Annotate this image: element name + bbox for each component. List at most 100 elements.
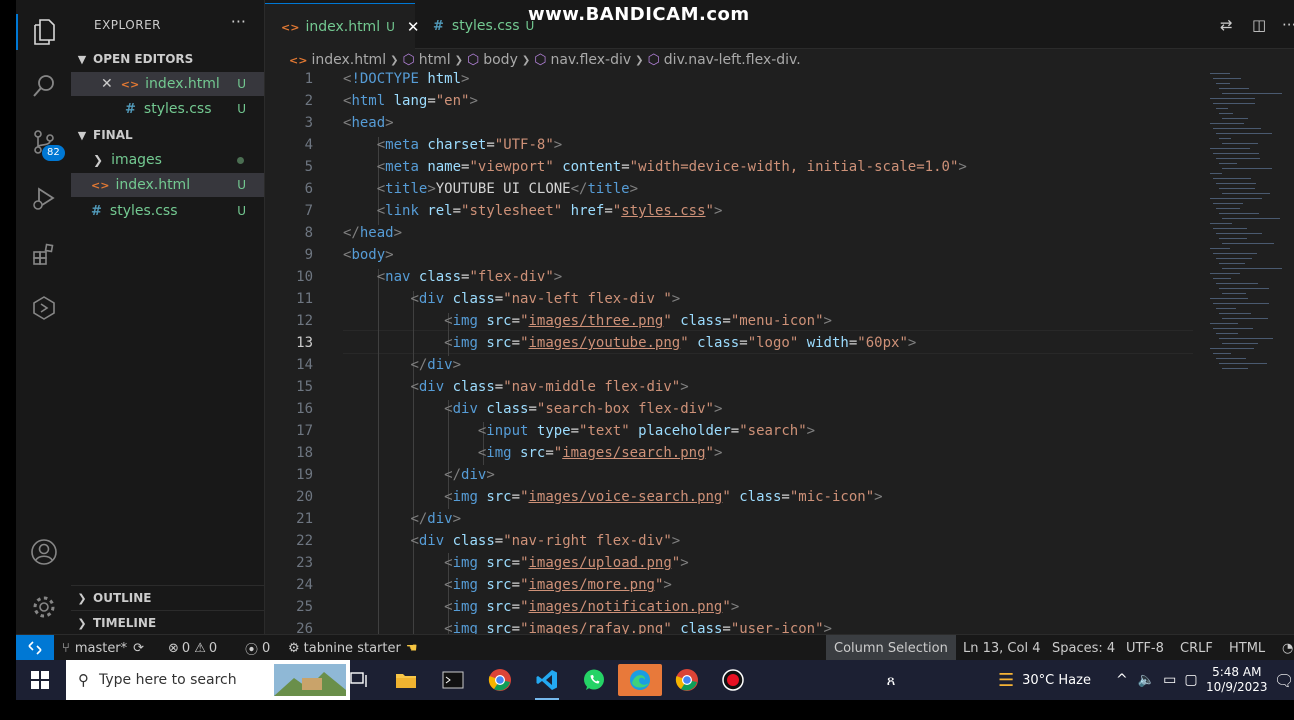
terminal-icon[interactable] <box>431 664 475 696</box>
record-icon[interactable] <box>711 664 755 696</box>
tabnine-indicator[interactable]: ⚙ tabnine starter ☚ <box>288 635 417 661</box>
error-icon: ⊗ <box>168 640 179 656</box>
taskbar-search-box[interactable]: ⚲ Type here to search <box>66 660 350 700</box>
minimap-line <box>1219 88 1249 89</box>
branch-indicator[interactable]: ⑂ master* ⟳ <box>62 635 144 661</box>
search-icon[interactable] <box>16 62 71 110</box>
breadcrumb-file[interactable]: index.html <box>311 52 386 68</box>
minimap-line <box>1216 358 1246 359</box>
minimap-line <box>1213 178 1251 179</box>
compare-changes-icon[interactable]: ⇄ <box>1220 16 1233 34</box>
people-icon[interactable]: ጸ <box>869 664 913 696</box>
remote-indicator-icon[interactable] <box>16 635 54 661</box>
minimap-line <box>1219 188 1255 189</box>
line-number: 21 <box>296 511 313 527</box>
html-file-icon: <> <box>91 178 110 192</box>
notifications-bell-icon[interactable]: ◔ <box>1282 635 1293 661</box>
minimap-line <box>1219 338 1273 339</box>
minimap-line <box>1210 248 1230 249</box>
weather-widget[interactable]: ☰ 30°C Haze <box>998 660 1091 700</box>
account-icon[interactable] <box>16 528 71 576</box>
chrome-icon[interactable] <box>665 664 709 696</box>
notification-center-icon[interactable]: 🗨 <box>1274 660 1294 700</box>
minimap-line <box>1222 93 1282 94</box>
html-file-icon: <> <box>281 20 300 34</box>
minimap-line <box>1222 143 1258 144</box>
timeline-section[interactable]: ❯ TIMELINE <box>71 610 264 635</box>
chevron-right-icon: ❯ <box>454 54 463 66</box>
column-selection-mode[interactable]: Column Selection <box>826 635 956 661</box>
minimap-line <box>1210 298 1248 299</box>
open-editor-item-styles[interactable]: # styles.css U <box>71 97 264 121</box>
line-number: 8 <box>304 225 313 241</box>
run-debug-icon[interactable] <box>16 174 71 222</box>
chrome-icon[interactable] <box>478 664 522 696</box>
whatsapp-icon[interactable] <box>572 664 616 696</box>
settings-gear-icon[interactable] <box>16 583 71 631</box>
extensions-icon[interactable] <box>16 230 71 278</box>
code-line: <img src="images/search.png"> <box>477 445 723 461</box>
tab-index-html[interactable]: <> index.html U ✕ <box>265 3 419 50</box>
code-line: <img src="images/three.png" class="menu-… <box>444 313 832 329</box>
more-actions-icon[interactable]: ··· <box>231 12 246 31</box>
split-editor-icon[interactable]: ◫ <box>1252 16 1266 34</box>
minimap-line <box>1222 218 1280 219</box>
folder-item-styles[interactable]: # styles.css U <box>71 199 264 223</box>
tabnine-icon: ⚙ <box>288 640 300 656</box>
more-actions-icon[interactable]: ··· <box>1282 16 1294 34</box>
breadcrumb-body[interactable]: body <box>483 52 518 68</box>
html-file-icon: <> <box>120 77 140 91</box>
line-number: 17 <box>296 423 313 439</box>
outline-section[interactable]: ❯ OUTLINE <box>71 585 264 610</box>
close-icon[interactable]: ✕ <box>101 76 113 92</box>
code-line: <img src="images/more.png"> <box>444 577 672 593</box>
remote-explorer-icon[interactable] <box>16 284 71 332</box>
open-editors-section[interactable]: ▼ OPEN EDITORS <box>71 47 264 71</box>
cursor-position[interactable]: Ln 13, Col 4 <box>963 635 1040 661</box>
breadcrumb-nav[interactable]: nav.flex-div <box>550 52 631 68</box>
chevron-right-icon: ❯ <box>521 54 531 66</box>
minimap-line <box>1222 318 1268 319</box>
vscode-icon[interactable] <box>525 664 569 700</box>
edge-icon[interactable] <box>618 664 662 696</box>
indentation[interactable]: Spaces: 4 <box>1052 635 1115 661</box>
line-number: 11 <box>296 291 313 307</box>
folder-item-images[interactable]: ❯ images <box>71 148 264 172</box>
minimap-line <box>1210 73 1230 74</box>
css-file-icon: # <box>125 101 136 117</box>
clock-time: 5:48 AM <box>1212 665 1262 679</box>
breadcrumb-html[interactable]: html <box>419 52 451 68</box>
problems-indicator[interactable]: ⊗ 0 ⚠ 0 <box>168 635 217 661</box>
folder-section[interactable]: ▼ FINAL <box>71 123 264 147</box>
minimap[interactable] <box>1204 71 1294 634</box>
open-editor-item-index[interactable]: ✕ <> index.html U <box>71 72 264 96</box>
file-explorer-icon[interactable] <box>384 664 428 696</box>
tab-styles-css[interactable]: # styles.css U <box>417 3 542 49</box>
chevron-right-icon: ❯ <box>635 54 644 66</box>
windows-taskbar: ⚲ Type here to search ጸ ☰ 30°C Haze ^ 🔈 … <box>16 660 1294 700</box>
minimap-line <box>1219 238 1247 239</box>
code-line: </div> <box>444 467 495 483</box>
minimap-line <box>1213 253 1257 254</box>
code-editor[interactable]: 1 2 3 4 5 6 7 8 9 10 11 12 13 14 15 16 17 18 19 20 21 22 23 24 2… <box>265 71 1294 634</box>
ports-indicator[interactable]: ⦿ 0 <box>245 635 270 661</box>
line-ending[interactable]: CRLF <box>1180 635 1213 661</box>
task-view-icon[interactable] <box>335 664 379 696</box>
explorer-icon[interactable] <box>16 8 71 56</box>
breadcrumb-div[interactable]: div.nav-left.flex-div. <box>664 52 801 68</box>
editor-tabs: <> index.html U ✕ # styles.css U ⇄ ◫ ··· <box>265 0 1294 50</box>
broadcast-icon: ⦿ <box>245 642 259 658</box>
encoding[interactable]: UTF-8 <box>1126 635 1164 661</box>
minimap-line <box>1222 243 1274 244</box>
clock[interactable]: 5:48 AM 10/9/2023 <box>1206 660 1268 700</box>
folder-item-index[interactable]: <> index.html U <box>71 173 264 197</box>
code-line: <body> <box>343 247 394 263</box>
windows-start-icon[interactable] <box>18 664 62 696</box>
minimap-line <box>1222 368 1248 369</box>
system-tray[interactable]: ^ 🔈 ▭ ▢ <box>1116 660 1198 700</box>
language-mode[interactable]: HTML <box>1229 635 1265 661</box>
line-number: 22 <box>296 533 313 549</box>
weather-text: 30°C Haze <box>1022 672 1091 688</box>
branch-icon: ⑂ <box>62 640 70 656</box>
folder-item-label: styles.css <box>109 203 178 219</box>
